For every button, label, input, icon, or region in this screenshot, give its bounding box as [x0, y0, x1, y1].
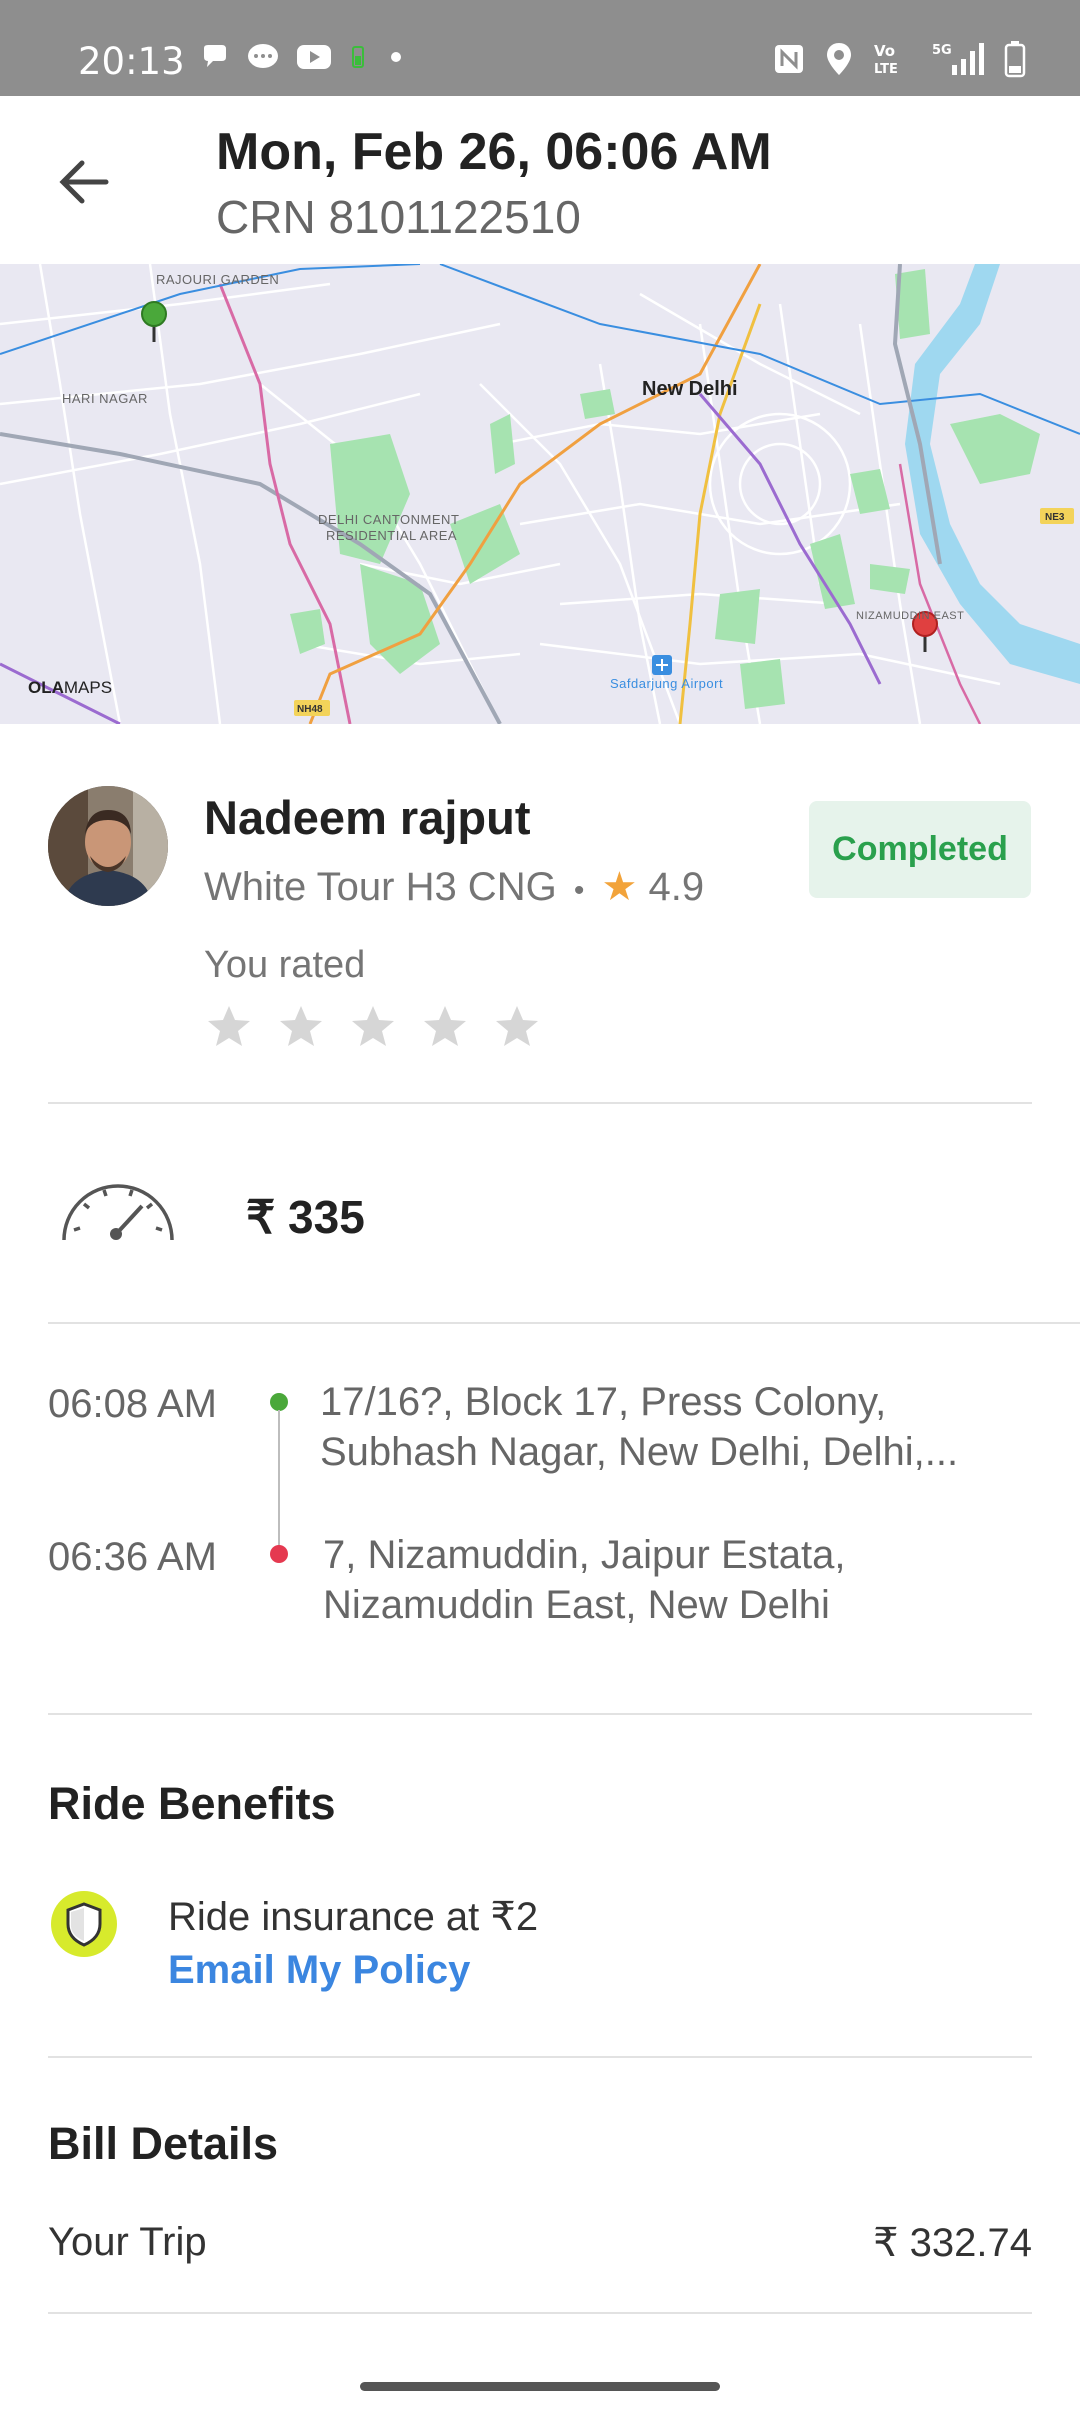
pickup-address: 17/16?, Block 17, Press Colony, Subhash … — [320, 1380, 959, 1474]
drop-address: 7, Nizamuddin, Jaipur Estata, Nizamuddin… — [323, 1533, 846, 1627]
ride-header: Mon, Feb 26, 06:06 AM CRN 8101122510 — [0, 96, 1080, 264]
driver-rating: 4.9 — [648, 865, 705, 909]
rate-star-3-icon[interactable] — [348, 1002, 398, 1052]
ne3-label: NE3 — [1045, 512, 1065, 523]
ride-date-title: Mon, Feb 26, 06:06 AM — [216, 123, 772, 181]
pickup-dot-icon — [270, 1393, 288, 1411]
email-policy-link[interactable]: Email My Policy — [168, 1948, 470, 1993]
nfc-icon — [775, 45, 803, 73]
back-button[interactable] — [52, 150, 116, 214]
5g-signal-icon: 5G — [932, 43, 984, 75]
messages-icon — [248, 44, 278, 68]
nh48-label: NH48 — [297, 704, 323, 715]
youtube-icon — [297, 45, 331, 69]
dot-icon — [391, 52, 401, 62]
drop-time: 06:36 AM — [48, 1535, 218, 1579]
location-icon — [827, 43, 851, 75]
drop-dot-icon — [270, 1545, 288, 1563]
rating-stars[interactable] — [204, 1002, 542, 1052]
rating-star-icon: ★ — [601, 865, 638, 909]
rate-star-1-icon[interactable] — [204, 1002, 254, 1052]
fare-amount: ₹ 335 — [246, 1191, 365, 1243]
ride-insurance-text: Ride insurance at ₹2 — [168, 1895, 539, 1939]
system-icons: Vo LTE 5G — [772, 40, 1026, 78]
status-badge: Completed — [809, 801, 1031, 898]
map-label-cantonment: DELHI CANTONMENT — [318, 512, 460, 527]
rate-star-2-icon[interactable] — [276, 1002, 326, 1052]
divider — [48, 2312, 1032, 2314]
crn-number: CRN 8101122510 — [216, 191, 581, 243]
divider — [48, 1322, 1080, 1324]
pickup-pin-icon — [141, 301, 167, 342]
map-brand-logo: OLAMAPS — [28, 678, 113, 697]
driver-name: Nadeem rajput — [204, 791, 531, 844]
divider — [48, 1713, 1032, 1715]
map-label-residential: RESIDENTIAL AREA — [326, 528, 458, 543]
your-trip-amount: ₹ 332.74 — [873, 2221, 1032, 2265]
map-label-hari-nagar: HARI NAGAR — [62, 391, 148, 406]
home-indicator[interactable] — [360, 2382, 720, 2391]
status-bar: 20:13 Vo LTE 5G — [0, 0, 1080, 96]
divider — [48, 2056, 1032, 2058]
pickup-time: 06:08 AM — [48, 1382, 218, 1426]
vehicle-info: White Tour H3 CNG • ★ 4.9 — [204, 864, 704, 910]
arrow-left-icon — [59, 160, 109, 204]
rate-star-4-icon[interactable] — [420, 1002, 470, 1052]
battery-icon — [1004, 41, 1026, 78]
map-label-rajouri: RAJOURI GARDEN — [156, 272, 280, 287]
svg-text:LTE: LTE — [874, 62, 898, 77]
speedometer-icon — [62, 1184, 174, 1241]
route-map[interactable]: NH48 NE3 RAJOURI GARDEN HARI NAGAR DELHI… — [0, 264, 1080, 724]
bill-details-title: Bill Details — [48, 2118, 279, 2169]
your-trip-label: Your Trip — [48, 2220, 207, 2264]
battery-saver-icon — [352, 46, 364, 68]
volte-icon: Vo LTE — [874, 42, 898, 77]
driver-avatar — [48, 786, 168, 906]
map-graphics: NH48 NE3 — [0, 264, 1080, 724]
svg-text:Vo: Vo — [874, 42, 895, 60]
svg-text:5G: 5G — [932, 43, 952, 58]
you-rated-label: You rated — [204, 944, 366, 986]
map-label-city: New Delhi — [642, 378, 738, 400]
vehicle-name: White Tour H3 CNG — [204, 865, 557, 909]
ride-benefits-title: Ride Benefits — [48, 1778, 336, 1829]
map-label-airport: Safdarjung Airport — [610, 676, 724, 691]
separator-dot: • — [573, 874, 585, 907]
divider — [48, 1102, 1032, 1104]
rate-star-5-icon[interactable] — [492, 1002, 542, 1052]
trip-line — [278, 1410, 280, 1548]
map-label-nizamuddin: NIZAMUDDIN EAST — [856, 610, 965, 622]
notification-icons — [200, 42, 408, 72]
status-time: 20:13 — [78, 40, 185, 83]
shield-icon — [51, 1891, 117, 1957]
chat-bubble-icon — [204, 45, 226, 67]
